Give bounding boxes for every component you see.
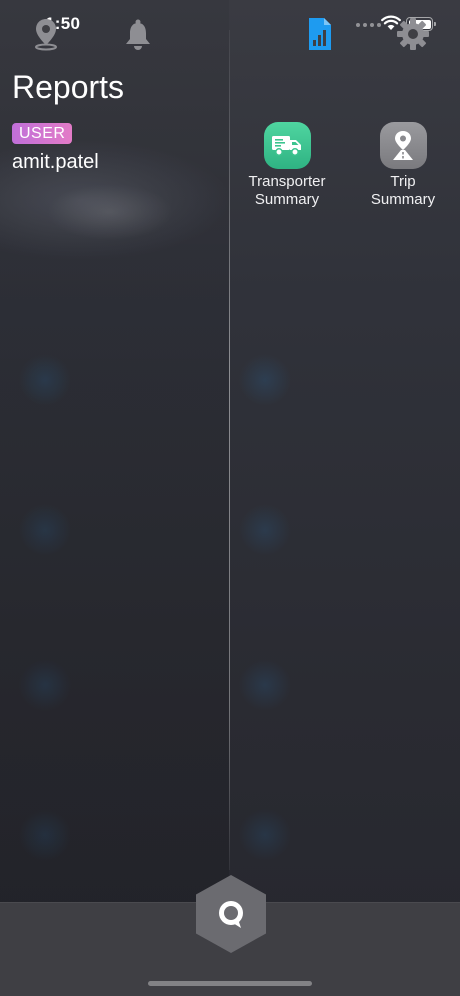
label-line: Summary bbox=[254, 191, 320, 208]
label-line: Summary bbox=[370, 191, 436, 208]
trip-summary-button[interactable]: Trip Summary bbox=[348, 122, 458, 209]
route-pin-icon bbox=[379, 122, 427, 169]
trip-summary-label: Trip Summary bbox=[348, 173, 458, 209]
tab-map[interactable] bbox=[26, 14, 66, 54]
location-pin-icon bbox=[35, 19, 57, 51]
transporter-summary-label: Transporter Summary bbox=[232, 173, 342, 209]
tab-reports[interactable] bbox=[300, 14, 340, 54]
bell-icon bbox=[126, 19, 150, 50]
gear-icon bbox=[397, 18, 429, 50]
tab-settings[interactable] bbox=[393, 14, 433, 54]
cellular-signal-icon bbox=[356, 23, 381, 27]
page-title: Reports bbox=[12, 69, 125, 105]
home-indicator[interactable] bbox=[148, 981, 312, 986]
role-badge: USER bbox=[12, 123, 73, 144]
username: amit.patel bbox=[12, 151, 99, 173]
transporter-summary-button[interactable]: Transporter Summary bbox=[232, 122, 342, 209]
tab-alerts[interactable] bbox=[118, 14, 158, 54]
label-line: Trip bbox=[390, 173, 416, 190]
panel-divider bbox=[229, 30, 230, 870]
report-chart-icon bbox=[309, 18, 331, 50]
chat-bubble-icon bbox=[219, 901, 243, 928]
truck-icon bbox=[263, 122, 311, 169]
label-line: Transporter bbox=[248, 173, 326, 190]
